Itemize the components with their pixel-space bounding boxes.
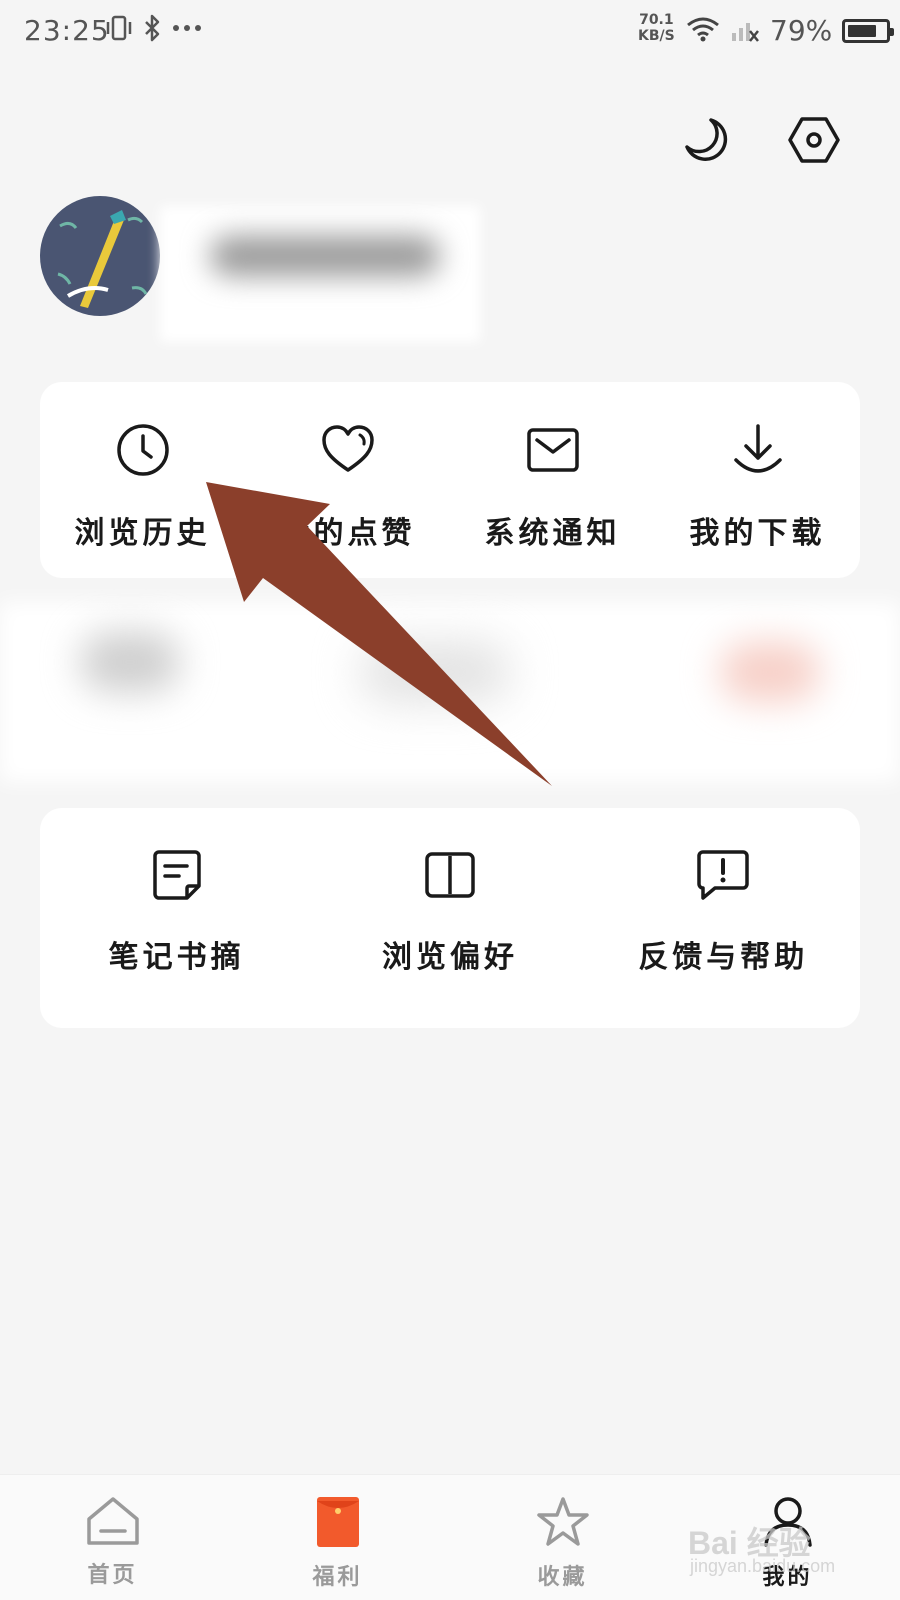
nav-label: 首页 [87, 1562, 138, 1588]
tool-item-preferences[interactable]: 浏览偏好 [313, 808, 586, 1028]
hexagon-settings-icon [787, 115, 841, 169]
heart-icon [320, 422, 376, 482]
tool-item-label: 笔记书摘 [108, 940, 245, 975]
quick-item-downloads[interactable]: 我的下载 [655, 382, 860, 578]
moon-icon [681, 115, 731, 169]
more-dots-icon [172, 14, 202, 46]
wifi-icon [686, 15, 720, 47]
quick-item-likes[interactable]: 我的点赞 [245, 382, 450, 578]
settings-button[interactable] [782, 110, 846, 174]
tool-item-label: 反馈与帮助 [638, 940, 809, 975]
username-blurred[interactable] [160, 206, 480, 342]
download-icon [730, 422, 786, 482]
quick-item-notifications[interactable]: 系统通知 [450, 382, 655, 578]
battery-percent: 79% [770, 14, 833, 47]
feedback-icon [695, 848, 751, 906]
battery-icon [842, 18, 895, 43]
bluetooth-icon [142, 14, 162, 46]
tool-item-feedback[interactable]: 反馈与帮助 [587, 808, 860, 1028]
star-icon [535, 1495, 591, 1553]
quick-item-label: 我的点赞 [279, 516, 416, 551]
nav-label: 收藏 [537, 1564, 588, 1590]
nav-welfare[interactable]: 福利 [225, 1475, 450, 1600]
status-bar: 23:25 70.1 KB/S 79% [0, 0, 900, 64]
clock-icon [115, 422, 171, 482]
book-icon [423, 848, 477, 906]
tools-card: 笔记书摘 浏览偏好 反馈与帮助 [40, 808, 860, 1028]
battery-fill [848, 24, 877, 37]
watermark-url: jingyan.baidu.com [690, 1556, 836, 1576]
mail-icon [525, 422, 581, 482]
quick-item-label: 系统通知 [484, 516, 621, 551]
tool-item-label: 浏览偏好 [381, 940, 518, 975]
tool-item-notes[interactable]: 笔记书摘 [40, 808, 313, 1028]
signal-icon [730, 15, 760, 47]
quick-item-label: 浏览历史 [74, 516, 211, 551]
nav-home[interactable]: 首页 [0, 1475, 225, 1600]
vibrate-icon [106, 14, 132, 46]
my-profile-screen: 23:25 70.1 KB/S 79% 浏览历史 我的点赞 系统通知 我的下载 … [0, 0, 900, 1600]
red-envelope-icon [315, 1495, 361, 1553]
quick-actions-card: 浏览历史 我的点赞 系统通知 我的下载 [40, 382, 860, 578]
quick-item-history[interactable]: 浏览历史 [40, 382, 245, 578]
note-icon [151, 848, 203, 906]
night-mode-button[interactable] [674, 110, 738, 174]
nav-favorites[interactable]: 收藏 [450, 1475, 675, 1600]
status-time: 23:25 [24, 14, 110, 47]
home-icon [85, 1495, 141, 1551]
nav-label: 福利 [312, 1564, 363, 1590]
blurred-stats-row [0, 592, 900, 792]
avatar[interactable] [40, 196, 160, 316]
quick-item-label: 我的下载 [689, 516, 826, 551]
net-speed: 70.1 KB/S [638, 12, 675, 44]
